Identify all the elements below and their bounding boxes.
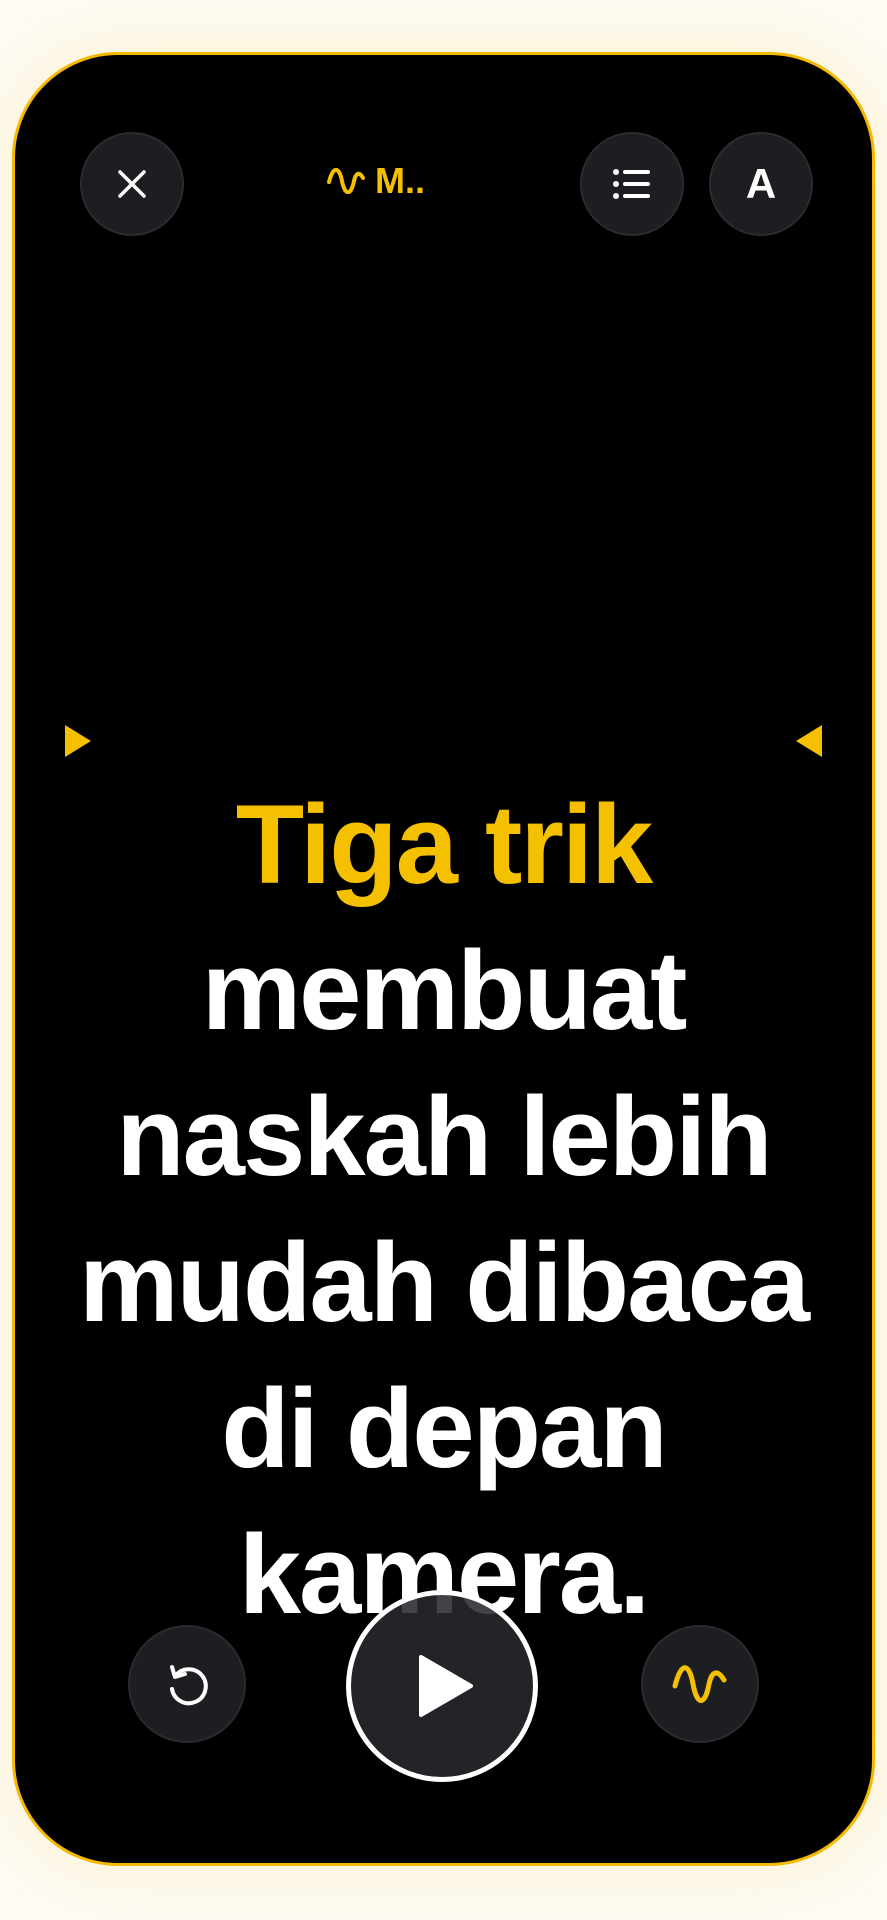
- script-title[interactable]: M..: [327, 160, 425, 202]
- script-text: Tiga trik membuat naskah lebih mudah dib…: [75, 772, 812, 1648]
- waveform-icon: [672, 1665, 727, 1703]
- play-button[interactable]: [346, 1590, 538, 1782]
- play-icon: [419, 1655, 473, 1717]
- close-button[interactable]: [80, 132, 184, 236]
- reading-marker-left: [65, 725, 91, 757]
- teleprompter-frame: M.. A Tiga trik membuat naskah lebih mud…: [12, 52, 875, 1866]
- current-line: Tiga trik: [235, 782, 654, 907]
- waveform-icon: [327, 168, 365, 194]
- upcoming-text: membuat naskah lebih mudah dibaca di dep…: [78, 928, 810, 1637]
- font-label: A: [745, 160, 777, 207]
- script-list-button[interactable]: [580, 132, 684, 236]
- reset-icon: [170, 1665, 208, 1706]
- reset-button[interactable]: [128, 1625, 246, 1743]
- voice-tracking-button[interactable]: [641, 1625, 759, 1743]
- list-icon: [613, 169, 650, 199]
- reading-marker-right: [796, 725, 822, 757]
- font-settings-button[interactable]: A: [709, 132, 813, 236]
- title-label: M..: [375, 160, 425, 201]
- close-icon: [118, 170, 146, 198]
